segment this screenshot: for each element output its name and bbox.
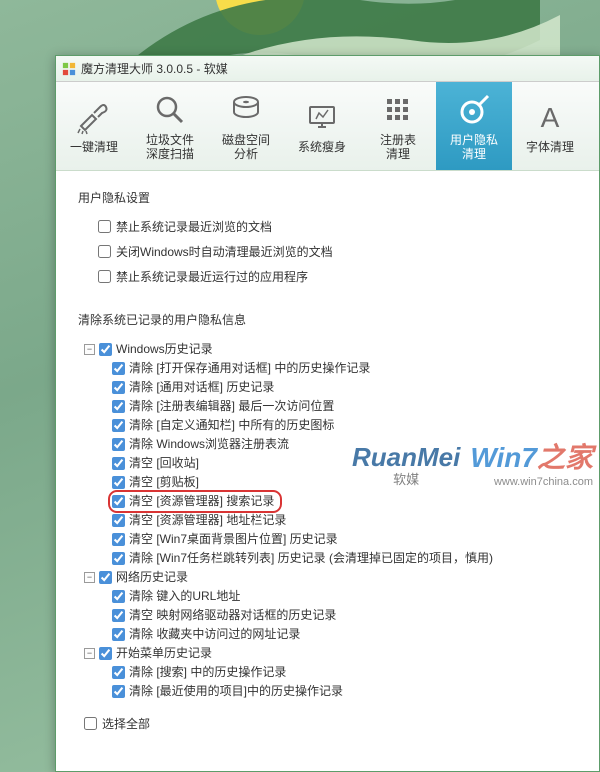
tree-group[interactable]: − Windows历史记录 [84,340,579,359]
app-icon [62,62,76,76]
tree-group-label: 开始菜单历史记录 [116,644,212,663]
opt-disable-recent-docs[interactable]: 禁止系统记录最近浏览的文档 [98,218,579,235]
tool-registry-clean[interactable]: 注册表清理 [360,82,436,170]
tree-item-label: 清空 [Win7桌面背景图片位置] 历史记录 [129,530,338,549]
grid-icon [380,92,416,128]
window-title: 魔方清理大师 3.0.0.5 - 软媒 [81,60,228,77]
magnifier-icon [152,92,188,128]
monitor-icon [304,99,340,135]
watermark: RuanMei 软媒 Win7之家 www.win7china.com [352,436,593,488]
opt-clean-on-shutdown[interactable]: 关闭Windows时自动清理最近浏览的文档 [98,243,579,260]
tree-item[interactable]: 清除 [注册表编辑器] 最后一次访问位置 [112,397,579,416]
brush-icon [76,99,112,135]
tree-item-label: 清除 键入的URL地址 [129,587,240,606]
title-bar: 魔方清理大师 3.0.0.5 - 软媒 [56,56,599,82]
tree-item[interactable]: 清除 [打开保存通用对话框] 中的历史操作记录 [112,359,579,378]
clear-privacy-title: 清除系统已记录的用户隐私信息 [78,311,579,328]
tree-item[interactable]: 清除 键入的URL地址 [112,587,579,606]
tool-privacy-clean[interactable]: 用户隐私清理 [436,82,512,170]
tree-item-label: 清除 [Win7任务栏跳转列表] 历史记录 (会清理掉已固定的项目，慎用) [129,549,493,568]
collapse-icon[interactable]: − [84,572,95,583]
tree-item-label: 清空 [回收站] [129,454,199,473]
select-all[interactable]: 选择全部 [84,715,579,732]
tree-item[interactable]: 清空 映射网络驱动器对话框的历史记录 [112,606,579,625]
tree-item-label: 清空 映射网络驱动器对话框的历史记录 [129,606,336,625]
tree-item-label: 清除 [打开保存通用对话框] 中的历史操作记录 [129,359,370,378]
tree-item-label: 清除 Windows浏览器注册表流 [129,435,289,454]
collapse-icon[interactable]: − [84,648,95,659]
tree-item-label: 清除 [自定义通知栏] 中所有的历史图标 [129,416,334,435]
tree-group[interactable]: − 开始菜单历史记录 [84,644,579,663]
tree-item[interactable]: 清空 [资源管理器] 地址栏记录 [112,511,579,530]
tree-item-label: 清空 [资源管理器] 地址栏记录 [129,511,286,530]
collapse-icon[interactable]: − [84,344,95,355]
opt-disable-recent-apps[interactable]: 禁止系统记录最近运行过的应用程序 [98,268,579,285]
privacy-tree: − Windows历史记录清除 [打开保存通用对话框] 中的历史操作记录清除 [通… [84,340,579,701]
tool-disk-analysis[interactable]: 磁盘空间分析 [208,82,284,170]
tree-group[interactable]: − 网络历史记录 [84,568,579,587]
privacy-icon [454,90,494,130]
tree-item[interactable]: 清除 [自定义通知栏] 中所有的历史图标 [112,416,579,435]
tree-group-label: 网络历史记录 [116,568,188,587]
tree-item-label: 清除 [通用对话框] 历史记录 [129,378,274,397]
tree-item-label: 清除 [最近使用的项目]中的历史操作记录 [129,682,343,701]
tree-item-label: 清空 [资源管理器] 搜索记录 [129,492,274,511]
tree-group-label: Windows历史记录 [116,340,213,359]
tree-item[interactable]: 清空 [资源管理器] 搜索记录 [112,492,579,511]
tool-one-click-clean[interactable]: 一键清理 [56,82,132,170]
tool-system-slim[interactable]: 系统瘦身 [284,82,360,170]
tree-item[interactable]: 清除 [最近使用的项目]中的历史操作记录 [112,682,579,701]
toolbar: 一键清理 垃圾文件深度扫描 磁盘空间分析 系统瘦身 注册表清理 用户隐私清理 [56,82,599,171]
app-window: 魔方清理大师 3.0.0.5 - 软媒 一键清理 垃圾文件深度扫描 磁盘空间分析… [55,55,600,772]
tree-item[interactable]: 清除 [通用对话框] 历史记录 [112,378,579,397]
tree-item[interactable]: 清除 [Win7任务栏跳转列表] 历史记录 (会清理掉已固定的项目，慎用) [112,549,579,568]
tree-item[interactable]: 清除 收藏夹中访问过的网址记录 [112,625,579,644]
tree-item-label: 清除 [注册表编辑器] 最后一次访问位置 [129,397,334,416]
tool-deep-scan[interactable]: 垃圾文件深度扫描 [132,82,208,170]
privacy-settings-title: 用户隐私设置 [78,189,579,206]
tree-item-label: 清除 收藏夹中访问过的网址记录 [129,625,300,644]
tree-item[interactable]: 清空 [Win7桌面背景图片位置] 历史记录 [112,530,579,549]
tree-item-label: 清除 [搜索] 中的历史操作记录 [129,663,286,682]
tool-font-clean[interactable]: A 字体清理 [512,82,588,170]
tree-item[interactable]: 清除 [搜索] 中的历史操作记录 [112,663,579,682]
svg-text:A: A [541,102,560,133]
disk-icon [228,92,264,128]
font-icon: A [532,99,568,135]
